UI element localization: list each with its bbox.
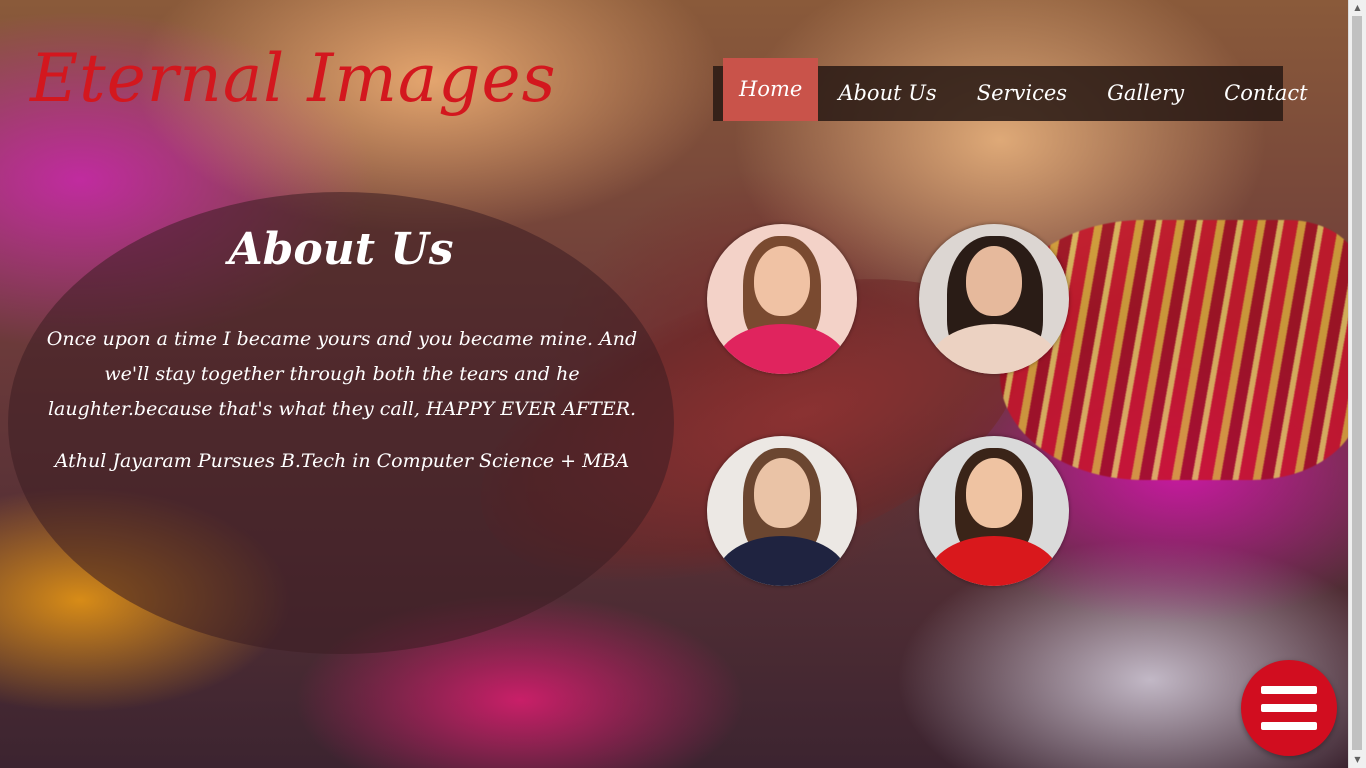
vertical-scrollbar[interactable]: ▲ ▼ (1348, 0, 1366, 768)
about-credit: Athul Jayaram Pursues B.Tech in Computer… (54, 450, 630, 472)
scroll-down-icon[interactable]: ▼ (1349, 752, 1366, 768)
photo-face (754, 458, 810, 528)
page: Eternal Images Home About Us Services Ga… (0, 0, 1366, 768)
nav-item-contact[interactable]: Contact (1204, 66, 1327, 121)
photo-face (754, 246, 810, 316)
nav-item-home[interactable]: Home (723, 58, 819, 121)
nav-item-gallery[interactable]: Gallery (1087, 66, 1204, 121)
hamburger-menu-button[interactable] (1241, 660, 1337, 756)
portrait-photo-3[interactable] (707, 436, 857, 586)
about-text: Once upon a time I became yours and you … (46, 328, 638, 420)
portrait-photo-1[interactable] (707, 224, 857, 374)
about-title: About Us (228, 224, 454, 275)
photo-face (966, 246, 1022, 316)
photo-face (966, 458, 1022, 528)
main-nav: Home About Us Services Gallery Contact (713, 58, 1308, 121)
nav-item-services[interactable]: Services (957, 66, 1087, 121)
scroll-up-icon[interactable]: ▲ (1349, 0, 1366, 16)
nav-item-about-us[interactable]: About Us (818, 66, 956, 121)
scrollbar-thumb[interactable] (1352, 16, 1362, 750)
site-logo[interactable]: Eternal Images (30, 40, 556, 117)
portrait-photo-4[interactable] (919, 436, 1069, 586)
portrait-photo-2[interactable] (919, 224, 1069, 374)
